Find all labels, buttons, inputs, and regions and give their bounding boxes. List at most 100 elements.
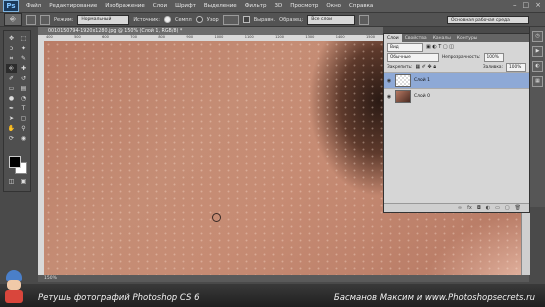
pen-tool-icon[interactable]: ✒	[6, 104, 17, 113]
menu-type[interactable]: Шрифт	[171, 3, 200, 9]
menu-select[interactable]: Выделение	[200, 3, 241, 9]
source-sampled-radio[interactable]	[163, 16, 171, 23]
menu-3d[interactable]: 3D	[270, 3, 286, 9]
source-sampled-label: Семпл	[174, 16, 192, 23]
source-pattern-label: Узор	[206, 16, 219, 23]
lock-row: Закрепить: ▦ ✐ ✥ 🔒︎ Заливка: 100%	[384, 62, 529, 72]
visibility-eye-icon[interactable]: ◉	[386, 78, 392, 84]
ruler-mark: 700	[130, 35, 137, 39]
quick-mask-icon[interactable]: ◫	[6, 177, 17, 186]
blend-mode-select[interactable]: Обычные	[387, 52, 439, 62]
layer-name: Слой 0	[414, 94, 430, 99]
layer-thumbnail	[395, 90, 411, 103]
eraser-tool-icon[interactable]: ▭	[6, 84, 17, 93]
screen-mode-icon[interactable]: ▣	[18, 177, 29, 186]
lasso-tool-icon[interactable]: ↄ	[6, 44, 17, 53]
magic-wand-icon[interactable]: ✦	[18, 44, 29, 53]
toolbox: ✥ ⬚ ↄ ✦ ⌗ ✎ ⎆ ✚ ✐ ↺ ▭ ▤ ● ◔ ✒ T ➤ ▢ ✋ ⚲ …	[3, 30, 31, 192]
document-tab[interactable]: 0010150794-1920x1280.jpg @ 150% (Слой 1,…	[38, 27, 383, 35]
swatches-panel-icon[interactable]: ▦	[532, 76, 543, 87]
layers-panel: Слои Свойства Каналы Контуры Вид ▣ ◐ T ▢…	[383, 33, 530, 213]
folder-icon[interactable]: ▭	[495, 205, 500, 211]
ruler-mark: 1400	[335, 35, 345, 39]
new-layer-icon[interactable]: ▢	[505, 205, 510, 211]
menu-help[interactable]: Справка	[345, 3, 377, 9]
workspace-select[interactable]: Основная рабочая среда	[447, 16, 529, 24]
brush-tool-icon[interactable]: ✐	[6, 74, 17, 83]
shape-tool-icon[interactable]: ▢	[18, 114, 29, 123]
layers-footer: ∞ fx ◘ ◐ ▭ ▢ 🗑︎	[384, 203, 529, 212]
close-button[interactable]: ×	[535, 1, 541, 9]
pattern-picker[interactable]	[222, 14, 239, 25]
aligned-label: Выравн.	[253, 16, 276, 23]
adjustment-icon[interactable]: ◐	[486, 205, 490, 211]
eyedropper-icon[interactable]: ✎	[18, 54, 29, 63]
path-select-icon[interactable]: ➤	[6, 114, 17, 123]
move-tool-icon[interactable]: ✥	[6, 34, 17, 43]
3d-camera-icon[interactable]: ◉	[18, 134, 29, 143]
tab-properties[interactable]: Свойства	[402, 34, 430, 42]
opacity-input[interactable]: 100%	[483, 52, 504, 62]
zoom-tool-icon[interactable]: ⚲	[18, 124, 29, 133]
marquee-tool-icon[interactable]: ⬚	[18, 34, 29, 43]
vertical-scrollbar[interactable]	[521, 210, 530, 275]
clone-stamp-icon[interactable]: ⎆	[6, 64, 17, 73]
menu-bar: Ps Файл Редактирование Изображение Слои …	[0, 0, 545, 12]
maximize-button[interactable]: □	[523, 1, 530, 9]
ignore-adjustment-icon[interactable]	[359, 14, 370, 25]
mode-select[interactable]: Нормальный	[77, 14, 130, 25]
link-icon[interactable]: ∞	[458, 205, 462, 211]
type-tool-icon[interactable]: T	[18, 104, 29, 113]
foreground-color-swatch[interactable]	[9, 156, 21, 168]
color-panel-icon[interactable]: ◐	[532, 61, 543, 72]
brush-preset-picker[interactable]	[26, 14, 36, 25]
minimize-button[interactable]: –	[513, 1, 517, 9]
layer-row[interactable]: ◉ Слой 1	[384, 72, 529, 88]
filter-icons[interactable]: ▣ ◐ T ▢ ◫	[426, 44, 454, 50]
fill-input[interactable]: 100%	[506, 62, 526, 72]
panel-tabs: Слои Свойства Каналы Контуры	[384, 34, 529, 42]
dodge-tool-icon[interactable]: ◔	[18, 94, 29, 103]
mascot-logo	[3, 270, 25, 304]
menu-view[interactable]: Просмотр	[286, 3, 322, 9]
actions-panel-icon[interactable]: ▶	[532, 46, 543, 57]
3d-rotate-icon[interactable]: ⟳	[6, 134, 17, 143]
crop-tool-icon[interactable]: ⌗	[6, 54, 17, 63]
sample-select[interactable]: Все слои	[307, 14, 356, 25]
tab-layers[interactable]: Слои	[384, 34, 402, 42]
window-controls: – □ ×	[513, 1, 541, 9]
source-label: Источник:	[133, 16, 160, 23]
mask-icon[interactable]: ◘	[477, 205, 481, 211]
brush-cursor	[212, 213, 221, 222]
layer-filter-select[interactable]: Вид	[387, 42, 423, 52]
visibility-eye-icon[interactable]: ◉	[386, 94, 392, 100]
menu-window[interactable]: Окно	[322, 3, 345, 9]
hand-tool-icon[interactable]: ✋	[6, 124, 17, 133]
sample-label: Образец:	[279, 16, 304, 23]
brush-panel-toggle[interactable]	[40, 14, 50, 25]
source-pattern-radio[interactable]	[195, 16, 203, 23]
menu-image[interactable]: Изображение	[101, 3, 149, 9]
gradient-tool-icon[interactable]: ▤	[18, 84, 29, 93]
trash-icon[interactable]: 🗑︎	[515, 205, 521, 211]
tab-channels[interactable]: Каналы	[430, 34, 454, 42]
ruler-mark: 1200	[275, 35, 285, 39]
healing-brush-icon[interactable]: ✚	[18, 64, 29, 73]
menu-edit[interactable]: Редактирование	[45, 3, 101, 9]
stamp-tool-icon[interactable]: ⎆	[4, 13, 22, 26]
menu-layers[interactable]: Слои	[149, 3, 171, 9]
caption-left-text: Ретушь фотографий Photoshop CS 6	[38, 293, 200, 303]
fill-label: Заливка:	[482, 64, 503, 70]
history-brush-icon[interactable]: ↺	[18, 74, 29, 83]
collapsed-panels: ◷ ▶ ◐ ▦	[529, 27, 545, 207]
fx-icon[interactable]: fx	[467, 205, 472, 211]
lock-icons[interactable]: ▦ ✐ ✥ 🔒︎	[415, 64, 436, 70]
menu-filter[interactable]: Фильтр	[241, 3, 271, 9]
ruler-mark: 1100	[244, 35, 254, 39]
tab-paths[interactable]: Контуры	[454, 34, 481, 42]
layer-row[interactable]: ◉ Слой 0	[384, 88, 529, 104]
menu-file[interactable]: Файл	[22, 3, 45, 9]
blur-tool-icon[interactable]: ●	[6, 94, 17, 103]
history-panel-icon[interactable]: ◷	[532, 31, 543, 42]
aligned-checkbox[interactable]	[242, 16, 250, 23]
